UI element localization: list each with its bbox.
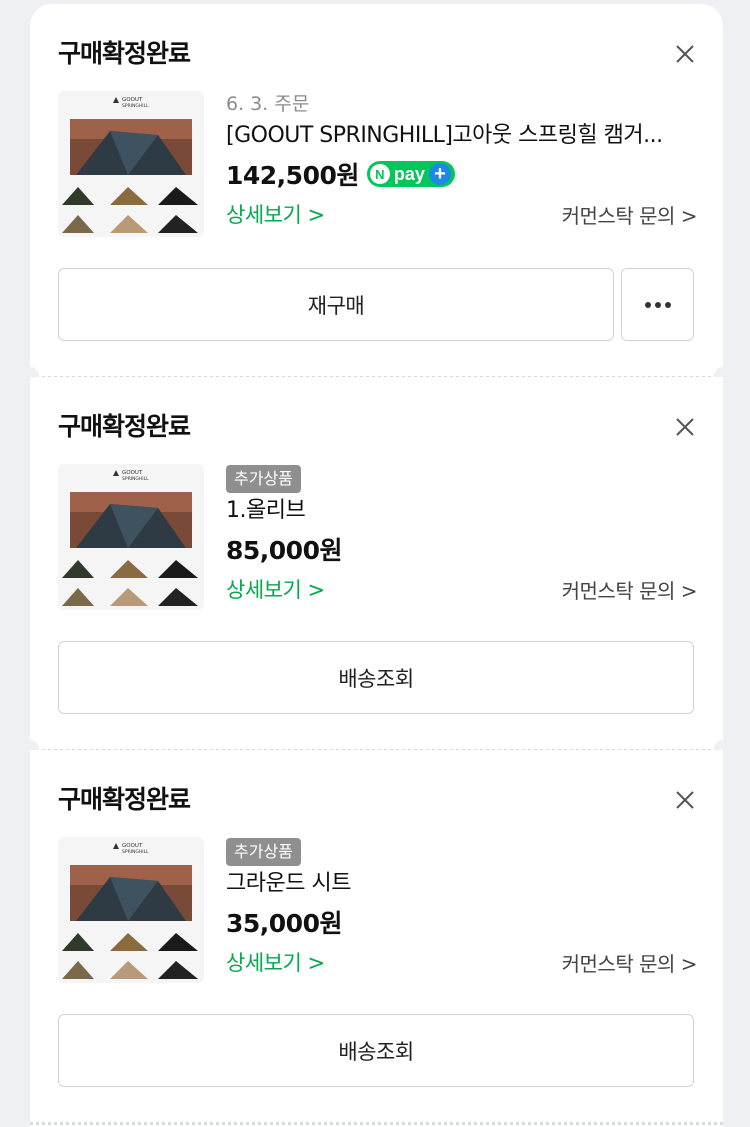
rebuy-button[interactable]: 재구매 xyxy=(58,268,614,341)
detail-link[interactable]: 상세보기 > xyxy=(226,574,325,604)
seller-inquiry-link[interactable]: 커먼스탁 문의 > xyxy=(562,200,698,229)
product-price: 85,000원 xyxy=(226,536,342,565)
detail-link[interactable]: 상세보기 > xyxy=(226,199,325,229)
order-card-2: 구매확정완료 GOOUT SPRINGHILL 추가상품 1.올리브 85,00… xyxy=(30,377,723,750)
npay-n-icon: N xyxy=(369,164,390,184)
svg-text:SPRINGHILL: SPRINGHILL xyxy=(122,476,149,482)
track-delivery-button[interactable]: 배송조회 xyxy=(58,641,694,714)
svg-text:GOOUT: GOOUT xyxy=(122,470,143,476)
plus-icon: + xyxy=(428,163,451,185)
product-price: 35,000원 xyxy=(226,909,342,938)
product-thumbnail[interactable]: GOOUT SPRINGHILL xyxy=(58,91,204,237)
order-status: 구매확정완료 xyxy=(58,39,191,68)
brand-text: GOOUT xyxy=(122,97,143,103)
detail-link[interactable]: 상세보기 > xyxy=(226,947,325,977)
seller-inquiry-link[interactable]: 커먼스탁 문의 > xyxy=(562,575,698,604)
order-card-1: 구매확정완료 GOOUT SPRINGHILL 6. 3. 주문 [GOOUT … xyxy=(30,4,723,378)
close-icon[interactable] xyxy=(673,788,697,812)
order-card-3: 구매확정완료 GOOUT SPRINGHILL 추가상품 그라운드 시트 35,… xyxy=(30,750,723,1127)
card-divider xyxy=(30,1122,723,1125)
product-name[interactable]: [GOOUT SPRINGHILL]고아웃 스프링힐 캠거... xyxy=(226,118,697,154)
product-name[interactable]: 그라운드 시트 xyxy=(226,866,697,902)
product-name[interactable]: 1.올리브 xyxy=(226,493,697,529)
add-on-badge: 추가상품 xyxy=(226,465,301,493)
more-icon xyxy=(644,301,671,308)
svg-text:SPRINGHILL: SPRINGHILL xyxy=(122,849,149,855)
close-icon[interactable] xyxy=(673,415,697,439)
svg-text:GOOUT: GOOUT xyxy=(122,843,143,849)
close-icon[interactable] xyxy=(673,42,697,66)
product-price: 142,500원 xyxy=(226,161,359,190)
more-options-button[interactable] xyxy=(621,268,694,341)
add-on-badge: 추가상품 xyxy=(226,838,301,866)
order-status: 구매확정완료 xyxy=(58,412,191,441)
order-date: 6. 3. 주문 xyxy=(226,93,310,115)
track-delivery-button[interactable]: 배송조회 xyxy=(58,1014,694,1087)
seller-inquiry-link[interactable]: 커먼스탁 문의 > xyxy=(562,948,698,977)
svg-text:SPRINGHILL: SPRINGHILL xyxy=(122,103,149,109)
order-status: 구매확정완료 xyxy=(58,785,191,814)
product-thumbnail[interactable]: GOOUT SPRINGHILL xyxy=(58,464,204,610)
product-thumbnail[interactable]: GOOUT SPRINGHILL xyxy=(58,837,204,983)
npay-plus-badge: N pay + xyxy=(366,161,455,187)
